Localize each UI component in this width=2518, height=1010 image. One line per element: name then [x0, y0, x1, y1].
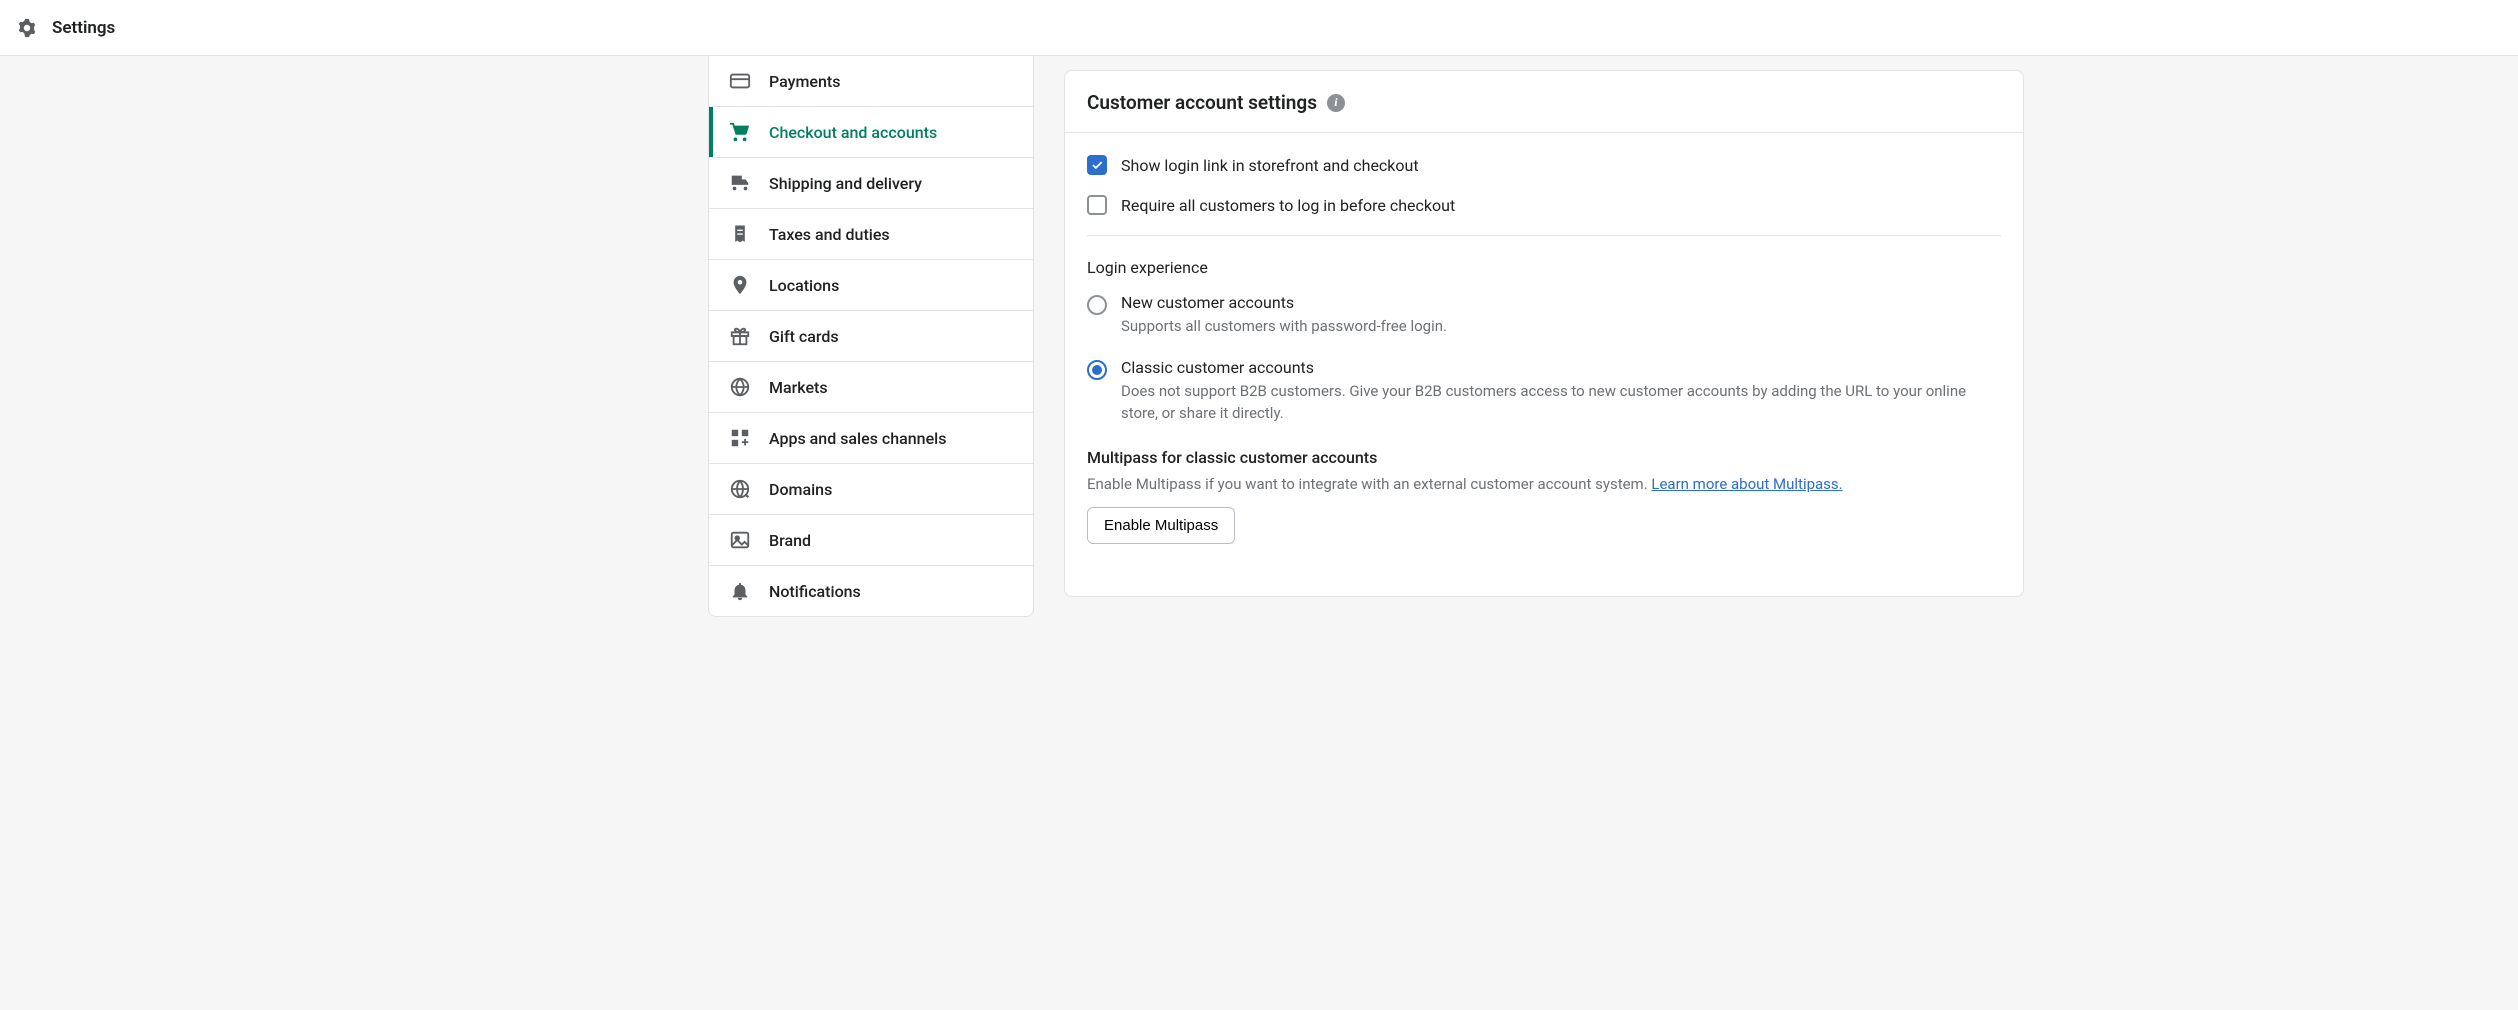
sidebar-item-brand[interactable]: Brand: [709, 515, 1033, 566]
sidebar-item-label: Apps and sales channels: [769, 429, 946, 448]
globe-icon: [729, 376, 751, 398]
show-login-label: Show login link in storefront and checko…: [1121, 156, 1419, 175]
bell-icon: [729, 580, 751, 602]
sidebar-item-label: Brand: [769, 531, 811, 550]
radio-input-new[interactable]: [1087, 295, 1107, 315]
sidebar-item-gift-cards[interactable]: Gift cards: [709, 311, 1033, 362]
enable-multipass-button[interactable]: Enable Multipass: [1087, 507, 1235, 544]
show-login-checkbox[interactable]: [1087, 155, 1107, 175]
cart-icon: [729, 121, 751, 143]
image-icon: [729, 529, 751, 551]
radio-title: Classic customer accounts: [1121, 358, 2001, 377]
sidebar-item-domains[interactable]: Domains: [709, 464, 1033, 515]
divider: [1087, 235, 2001, 236]
multipass-help: Enable Multipass if you want to integrat…: [1087, 475, 2001, 493]
require-login-label: Require all customers to log in before c…: [1121, 196, 1455, 215]
multipass-learn-more-link[interactable]: Learn more about Multipass.: [1651, 475, 1842, 493]
sidebar-item-label: Domains: [769, 480, 832, 499]
radio-desc: Does not support B2B customers. Give you…: [1121, 381, 2001, 425]
settings-sidebar: Payments Checkout and accounts Shipping …: [708, 56, 1034, 617]
radio-title: New customer accounts: [1121, 293, 1447, 312]
radio-desc: Supports all customers with password-fre…: [1121, 316, 1447, 338]
sidebar-item-locations[interactable]: Locations: [709, 260, 1033, 311]
sidebar-item-label: Gift cards: [769, 327, 839, 346]
gear-icon: [16, 17, 38, 39]
sidebar-item-label: Notifications: [769, 582, 861, 601]
location-pin-icon: [729, 274, 751, 296]
receipt-icon: [729, 223, 751, 245]
sidebar-item-label: Payments: [769, 72, 840, 91]
sidebar-item-markets[interactable]: Markets: [709, 362, 1033, 413]
sidebar-item-label: Markets: [769, 378, 828, 397]
gift-icon: [729, 325, 751, 347]
sidebar-item-label: Checkout and accounts: [769, 123, 937, 142]
sidebar-item-notifications[interactable]: Notifications: [709, 566, 1033, 616]
sidebar-item-label: Locations: [769, 276, 839, 295]
require-login-checkbox[interactable]: [1087, 195, 1107, 215]
credit-card-icon: [729, 70, 751, 92]
radio-input-classic[interactable]: [1087, 360, 1107, 380]
login-experience-radio-group: New customer accounts Supports all custo…: [1087, 293, 2001, 424]
domain-globe-icon: [729, 478, 751, 500]
login-experience-heading: Login experience: [1087, 258, 2001, 277]
sidebar-item-label: Shipping and delivery: [769, 174, 922, 193]
info-icon[interactable]: i: [1327, 94, 1345, 112]
multipass-heading: Multipass for classic customer accounts: [1087, 448, 2001, 467]
customer-account-settings-card: Customer account settings i Show login l…: [1064, 70, 2024, 597]
card-title: Customer account settings: [1087, 91, 1317, 114]
card-header: Customer account settings i: [1065, 71, 2023, 133]
page-body: Payments Checkout and accounts Shipping …: [0, 56, 2518, 617]
topbar: Settings: [0, 0, 2518, 56]
sidebar-item-payments[interactable]: Payments: [709, 56, 1033, 107]
require-login-checkbox-row[interactable]: Require all customers to log in before c…: [1087, 195, 2001, 215]
radio-new-accounts[interactable]: New customer accounts Supports all custo…: [1087, 293, 2001, 338]
sidebar-item-shipping[interactable]: Shipping and delivery: [709, 158, 1033, 209]
sidebar-item-checkout-accounts[interactable]: Checkout and accounts: [709, 107, 1033, 158]
radio-classic-accounts[interactable]: Classic customer accounts Does not suppo…: [1087, 358, 2001, 425]
truck-icon: [729, 172, 751, 194]
apps-grid-icon: [729, 427, 751, 449]
sidebar-item-apps[interactable]: Apps and sales channels: [709, 413, 1033, 464]
page-title: Settings: [52, 18, 115, 38]
sidebar-item-taxes[interactable]: Taxes and duties: [709, 209, 1033, 260]
show-login-checkbox-row[interactable]: Show login link in storefront and checko…: [1087, 155, 2001, 175]
sidebar-item-label: Taxes and duties: [769, 225, 890, 244]
card-body: Show login link in storefront and checko…: [1065, 133, 2023, 544]
